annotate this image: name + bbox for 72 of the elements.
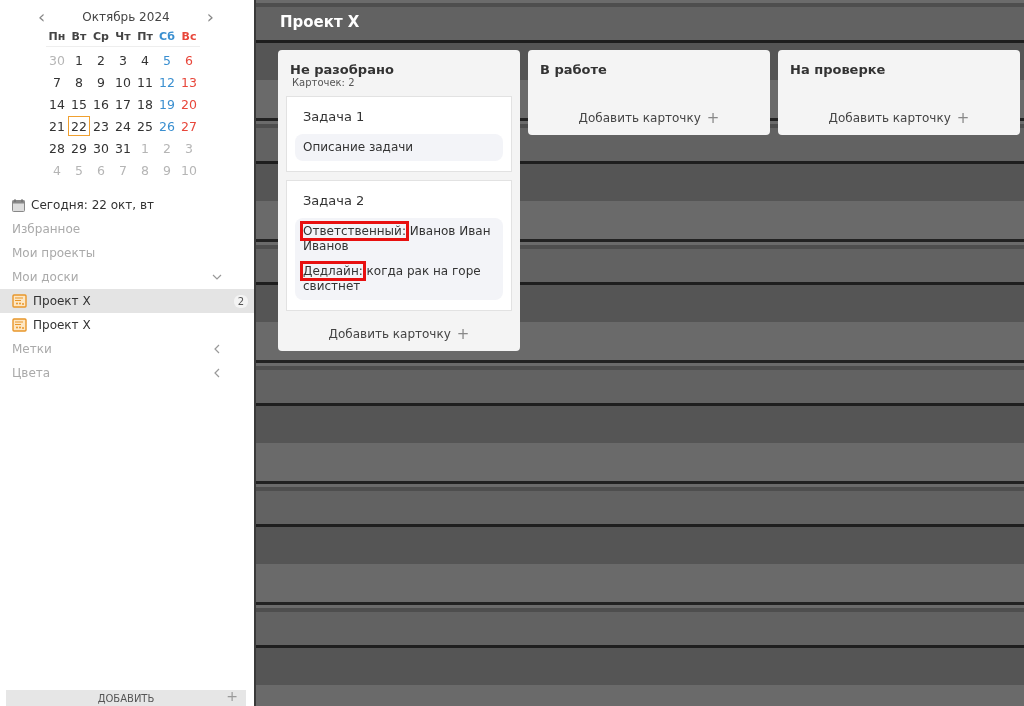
calendar-day[interactable]: 3 <box>112 50 134 70</box>
card-title: Задача 1 <box>303 109 366 124</box>
weekday-label: Вт <box>68 30 90 47</box>
card-description: Описание задачи <box>303 140 415 155</box>
calendar-day[interactable]: 23 <box>90 116 112 136</box>
card-field: Ответственный: Иванов Иван Иванов <box>303 224 495 254</box>
weekday-label: Сб <box>156 30 178 47</box>
weekday-label: Пн <box>46 30 68 47</box>
calendar-day[interactable]: 19 <box>156 94 178 114</box>
weekday-label: Пт <box>134 30 156 47</box>
calendar-day[interactable]: 17 <box>112 94 134 114</box>
calendar-day[interactable]: 8 <box>68 72 90 92</box>
calendar-day[interactable]: 21 <box>46 116 68 136</box>
card-count: Карточек: 2 <box>292 77 356 88</box>
calendar-day[interactable]: 27 <box>178 116 200 136</box>
chevron-icon <box>212 344 222 354</box>
calendar-day[interactable]: 10 <box>112 72 134 92</box>
today-label: Сегодня: 22 окт, вт <box>31 198 154 212</box>
calendar-day[interactable]: 11 <box>134 72 156 92</box>
calendar-day[interactable]: 18 <box>134 94 156 114</box>
weekday-label: Вс <box>178 30 200 47</box>
board-item[interactable]: Проект X <box>0 313 254 337</box>
add-button[interactable]: ДОБАВИТЬ + <box>6 690 246 706</box>
calendar-day[interactable]: 20 <box>178 94 200 114</box>
calendar-day[interactable]: 30 <box>90 138 112 158</box>
calendar-day[interactable]: 25 <box>134 116 156 136</box>
chevron-icon <box>212 272 222 282</box>
calendar-day[interactable]: 9 <box>90 72 112 92</box>
column-title: На проверке <box>790 62 887 77</box>
board-icon <box>12 294 27 308</box>
calendar-day[interactable]: 28 <box>46 138 68 158</box>
calendar-day[interactable]: 26 <box>156 116 178 136</box>
calendar-day[interactable]: 16 <box>90 94 112 114</box>
previous-month-button[interactable]: ‹ <box>38 8 46 26</box>
add-card-button[interactable]: Добавить карточку + <box>286 325 512 343</box>
card-field: Дедлайн: когда рак на горе свистнет <box>303 264 495 294</box>
calendar-day[interactable]: 2 <box>90 50 112 70</box>
weekday-label: Чт <box>112 30 134 47</box>
weekday-label: Ср <box>90 30 112 47</box>
calendar-day[interactable]: 7 <box>46 72 68 92</box>
calendar-day[interactable]: 13 <box>178 72 200 92</box>
month-title: Октябрь 2024 <box>82 10 170 24</box>
calendar-day[interactable]: 22 <box>68 116 90 136</box>
task-card[interactable]: Задача 2 Ответственный: Иванов Иван Иванов Дедлайн: когда рак на горе свистнет <box>286 180 512 311</box>
add-card-button[interactable]: Добавить карточку + <box>786 109 1012 127</box>
calendar-day[interactable]: 29 <box>68 138 90 158</box>
count-badge: 2 <box>233 294 248 308</box>
card-title: Задача 2 <box>303 193 366 208</box>
column-title: Не разобрано <box>290 62 395 77</box>
column-title: В работе <box>540 62 608 77</box>
calendar-day[interactable]: 24 <box>112 116 134 136</box>
board-title: Проект X <box>280 13 361 31</box>
board-icon <box>12 318 27 332</box>
add-card-button[interactable]: Добавить карточку + <box>536 109 762 127</box>
calendar-day[interactable]: 6 <box>178 50 200 70</box>
plus-icon: + <box>706 109 720 127</box>
calendar-day[interactable]: 31 <box>112 138 134 158</box>
calendar-day[interactable]: 5 <box>156 50 178 70</box>
plus-icon: + <box>956 109 970 127</box>
calendar-day[interactable]: 15 <box>68 94 90 114</box>
plus-icon: + <box>226 688 238 704</box>
board-label: Проект X <box>33 294 92 308</box>
board-label: Проект X <box>33 318 92 332</box>
calendar-day[interactable]: 1 <box>68 50 90 70</box>
plus-icon: + <box>456 325 470 343</box>
calendar-day[interactable]: 14 <box>46 94 68 114</box>
task-card[interactable]: Задача 1 Описание задачи <box>286 96 512 172</box>
chevron-icon <box>212 368 222 378</box>
next-month-button[interactable]: › <box>206 8 214 26</box>
calendar-day[interactable]: 4 <box>134 50 156 70</box>
board-item[interactable]: Проект X 2 <box>0 289 254 313</box>
calendar-icon <box>12 198 25 212</box>
